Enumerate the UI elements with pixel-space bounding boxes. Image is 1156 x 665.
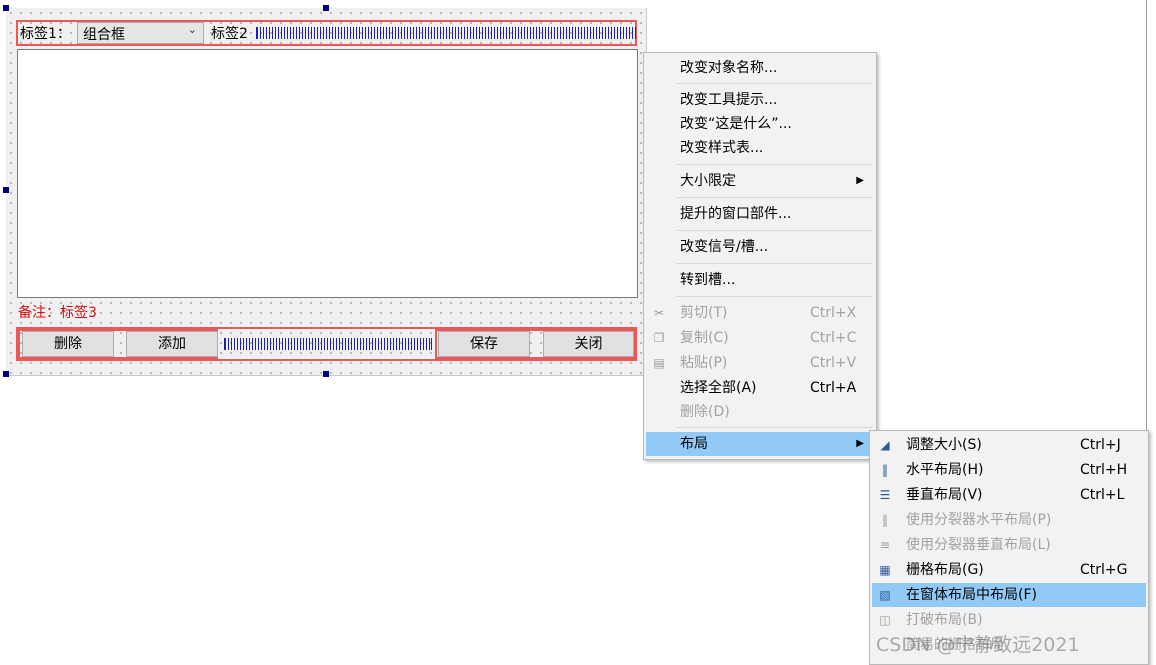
submenu-arrow-icon: ▶ xyxy=(856,175,864,186)
note-label: 备注：标签3 xyxy=(18,305,97,321)
submenu-arrow-icon: ▶ xyxy=(856,438,864,449)
resize-handle-bottom[interactable] xyxy=(323,371,329,377)
menu-separator xyxy=(676,164,872,165)
adjust-size-icon: ◢ xyxy=(880,438,890,452)
splitter-horizontal-icon: ‖ xyxy=(882,513,888,527)
menu-item-splitter-horizontal[interactable]: ‖ 使用分裂器水平布局(P) xyxy=(872,508,1146,532)
combo-box[interactable]: 组合框 ⌄ xyxy=(77,22,204,44)
scissors-icon: ✂ xyxy=(653,306,665,320)
menu-item-promoted[interactable]: 提升的窗口部件... xyxy=(646,202,874,226)
resize-handle-left[interactable] xyxy=(3,187,9,193)
menu-item-delete[interactable]: 删除(D) xyxy=(646,400,874,424)
menu-separator xyxy=(676,230,872,231)
menu-item-grid-layout[interactable]: ▦ 栅格布局(G) Ctrl+G xyxy=(872,558,1146,582)
horizontal-spacer-bottom[interactable] xyxy=(224,338,432,350)
combo-box-value: 组合框 xyxy=(83,27,125,43)
delete-button[interactable]: 删除 xyxy=(22,331,114,357)
menu-item-tooltip[interactable]: 改变工具提示... xyxy=(646,88,874,112)
label-2: 标签2 xyxy=(211,26,248,42)
menu-item-layout[interactable]: 布局 ▶ xyxy=(646,432,874,456)
menu-item-horizontal-layout[interactable]: ‖ 水平布局(H) Ctrl+H xyxy=(872,458,1146,482)
resize-handle-top-left[interactable] xyxy=(3,5,9,11)
chevron-down-icon[interactable]: ⌄ xyxy=(188,23,197,36)
vertical-layout-icon: ☰ xyxy=(879,488,891,502)
save-button[interactable]: 保存 xyxy=(438,331,530,357)
watermark: CSDN @宁静致远2021 xyxy=(876,634,1080,656)
menu-item-select-all[interactable]: 选择全部(A) Ctrl+A xyxy=(646,376,874,400)
add-button[interactable]: 添加 xyxy=(126,331,218,357)
menu-item-cut[interactable]: ✂ 剪切(T) Ctrl+X xyxy=(646,301,874,325)
grid-layout-icon: ▦ xyxy=(879,563,891,577)
splitter-vertical-icon: ≡ xyxy=(879,538,891,552)
menu-item-form-layout[interactable]: ▧ 在窗体布局中布局(F) xyxy=(872,583,1146,607)
menu-item-stylesheet[interactable]: 改变样式表... xyxy=(646,136,874,160)
designer-form[interactable]: 标签1： 组合框 ⌄ 标签2 备注：标签3 删除 添加 保存 关闭 xyxy=(3,5,647,377)
horizontal-spacer-top[interactable] xyxy=(256,27,636,39)
text-edit[interactable] xyxy=(17,49,638,298)
menu-item-rename[interactable]: 改变对象名称... xyxy=(646,56,874,80)
menu-item-break-layout[interactable]: ◫ 打破布局(B) xyxy=(872,608,1146,632)
break-layout-icon: ◫ xyxy=(879,613,891,627)
menu-item-size-constraints[interactable]: 大小限定 ▶ xyxy=(646,169,874,193)
copy-icon: ❐ xyxy=(653,331,665,345)
horizontal-layout-icon: ‖ xyxy=(882,463,888,477)
menu-separator xyxy=(676,427,872,428)
resize-handle-bottom-left[interactable] xyxy=(3,371,9,377)
menu-item-goto-slot[interactable]: 转到槽... xyxy=(646,268,874,292)
paste-icon: ▤ xyxy=(653,356,665,370)
label-1: 标签1： xyxy=(20,26,71,42)
menu-item-signals[interactable]: 改变信号/槽... xyxy=(646,235,874,259)
menu-item-copy[interactable]: ❐ 复制(C) Ctrl+C xyxy=(646,326,874,350)
menu-item-vertical-layout[interactable]: ☰ 垂直布局(V) Ctrl+L xyxy=(872,483,1146,507)
menu-item-whatsthis[interactable]: 改变“这是什么”... xyxy=(646,112,874,136)
menu-separator xyxy=(676,197,872,198)
menu-item-adjust-size[interactable]: ◢ 调整大小(S) Ctrl+J xyxy=(872,433,1146,457)
form-layout-icon: ▧ xyxy=(879,588,891,602)
menu-item-splitter-vertical[interactable]: ≡ 使用分裂器垂直布局(L) xyxy=(872,533,1146,557)
menu-separator xyxy=(676,296,872,297)
menu-separator xyxy=(676,263,872,264)
menu-item-paste[interactable]: ▤ 粘贴(P) Ctrl+V xyxy=(646,351,874,375)
context-menu[interactable]: 改变对象名称... 改变工具提示... 改变“这是什么”... 改变样式表...… xyxy=(643,52,877,460)
close-button[interactable]: 关闭 xyxy=(543,331,634,357)
menu-separator xyxy=(676,83,872,84)
resize-handle-top[interactable] xyxy=(323,5,329,11)
